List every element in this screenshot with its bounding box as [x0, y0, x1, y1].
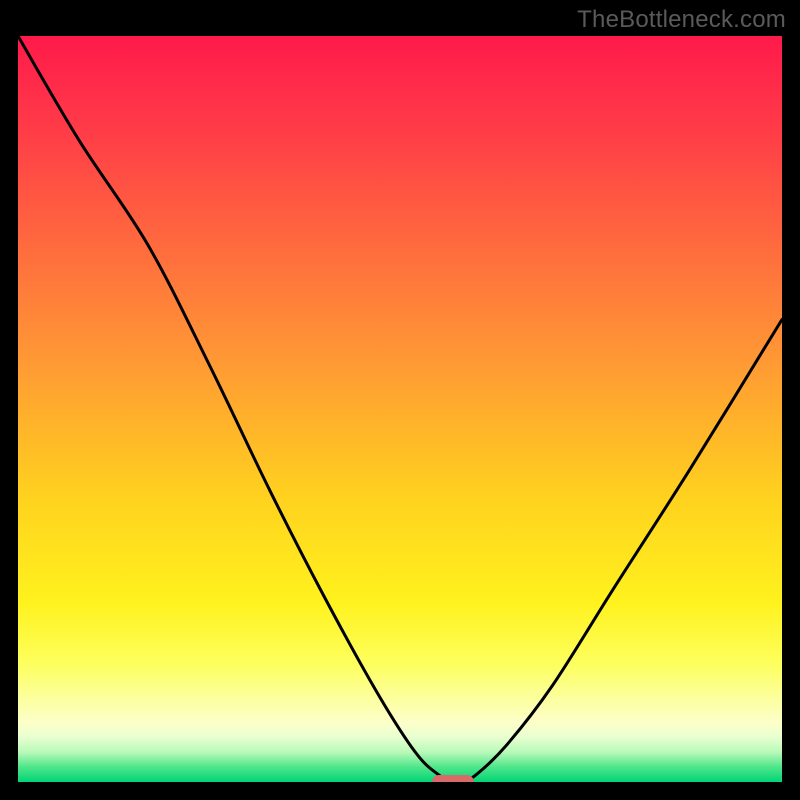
plot-area [18, 36, 782, 782]
minimum-marker [432, 775, 474, 782]
watermark-text: TheBottleneck.com [577, 6, 786, 34]
bottleneck-curve [18, 36, 782, 782]
chart-frame: TheBottleneck.com [0, 0, 800, 800]
